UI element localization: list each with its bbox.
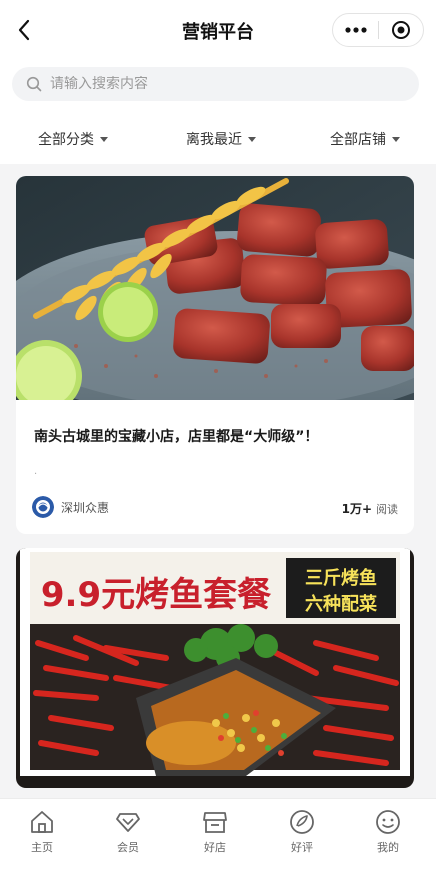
review-icon — [290, 810, 314, 834]
filter-distance[interactable]: 离我最近 — [186, 129, 256, 149]
caret-down-icon — [248, 136, 256, 142]
store-icon — [203, 812, 227, 833]
search-bar-area — [0, 60, 436, 112]
banner-title: 9.9元烤鱼套餐 — [41, 575, 271, 615]
tab-home[interactable]: 主页 — [12, 809, 72, 855]
article-card[interactable]: 9.9元烤鱼套餐 三斤烤鱼 六种配菜 — [16, 548, 414, 788]
author-logo-icon — [32, 496, 54, 518]
avatar — [32, 496, 54, 518]
target-circle-icon — [391, 21, 410, 39]
filter-store[interactable]: 全部店铺 — [330, 129, 400, 149]
filter-distance-label: 离我最近 — [186, 132, 242, 148]
author-name: 深圳众惠 — [61, 500, 110, 515]
tab-store[interactable]: 好店 — [185, 809, 245, 855]
tab-home-label: 主页 — [31, 841, 53, 854]
more-dots-icon — [344, 27, 367, 33]
diamond-icon — [116, 813, 140, 832]
banner-line-2: 六种配菜 — [305, 593, 377, 615]
article-summary: . — [34, 466, 38, 477]
tab-review[interactable]: 好评 — [272, 809, 332, 855]
caret-down-icon — [392, 136, 400, 142]
read-count-label: 阅读 — [376, 503, 398, 516]
search-box[interactable] — [12, 67, 419, 101]
filter-store-label: 全部店铺 — [330, 132, 386, 148]
search-icon — [26, 76, 42, 92]
bottom-tab-bar: 主页 会员 好店 好评 我的 — [0, 798, 436, 886]
filter-category-label: 全部分类 — [38, 132, 94, 148]
banner-line-1: 三斤烤鱼 — [305, 567, 377, 589]
tab-member-label: 会员 — [117, 841, 139, 854]
article-card[interactable]: 南头古城里的宝藏小店，店里都是“大师级”！ . 深圳众惠 1万+ 阅读 — [16, 176, 414, 534]
search-input[interactable] — [50, 76, 390, 92]
read-count-value: 1万+ — [341, 502, 372, 516]
grilled-fish-promo-banner: 9.9元烤鱼套餐 三斤烤鱼 六种配菜 — [16, 548, 414, 788]
close-button[interactable] — [379, 14, 423, 46]
tab-review-label: 好评 — [291, 841, 313, 854]
smile-icon — [376, 810, 400, 834]
more-button[interactable] — [333, 14, 378, 46]
filter-bar: 全部分类 离我最近 全部店铺 — [0, 112, 436, 164]
read-count: 1万+ 阅读 — [342, 500, 398, 517]
article-title: 南头古城里的宝藏小店，店里都是“大师级”！ — [34, 429, 319, 445]
tab-mine-label: 我的 — [377, 841, 399, 854]
tab-store-label: 好店 — [204, 841, 226, 854]
filter-category[interactable]: 全部分类 — [38, 129, 108, 149]
tab-member[interactable]: 会员 — [98, 809, 158, 855]
tab-mine[interactable]: 我的 — [358, 809, 418, 855]
author-info: 深圳众惠 — [32, 496, 109, 518]
caret-down-icon — [100, 136, 108, 142]
mini-program-capsule — [332, 13, 424, 47]
food-photo-ribs — [16, 176, 414, 400]
home-icon — [31, 811, 53, 833]
nav-header: 营销平台 — [0, 0, 436, 60]
